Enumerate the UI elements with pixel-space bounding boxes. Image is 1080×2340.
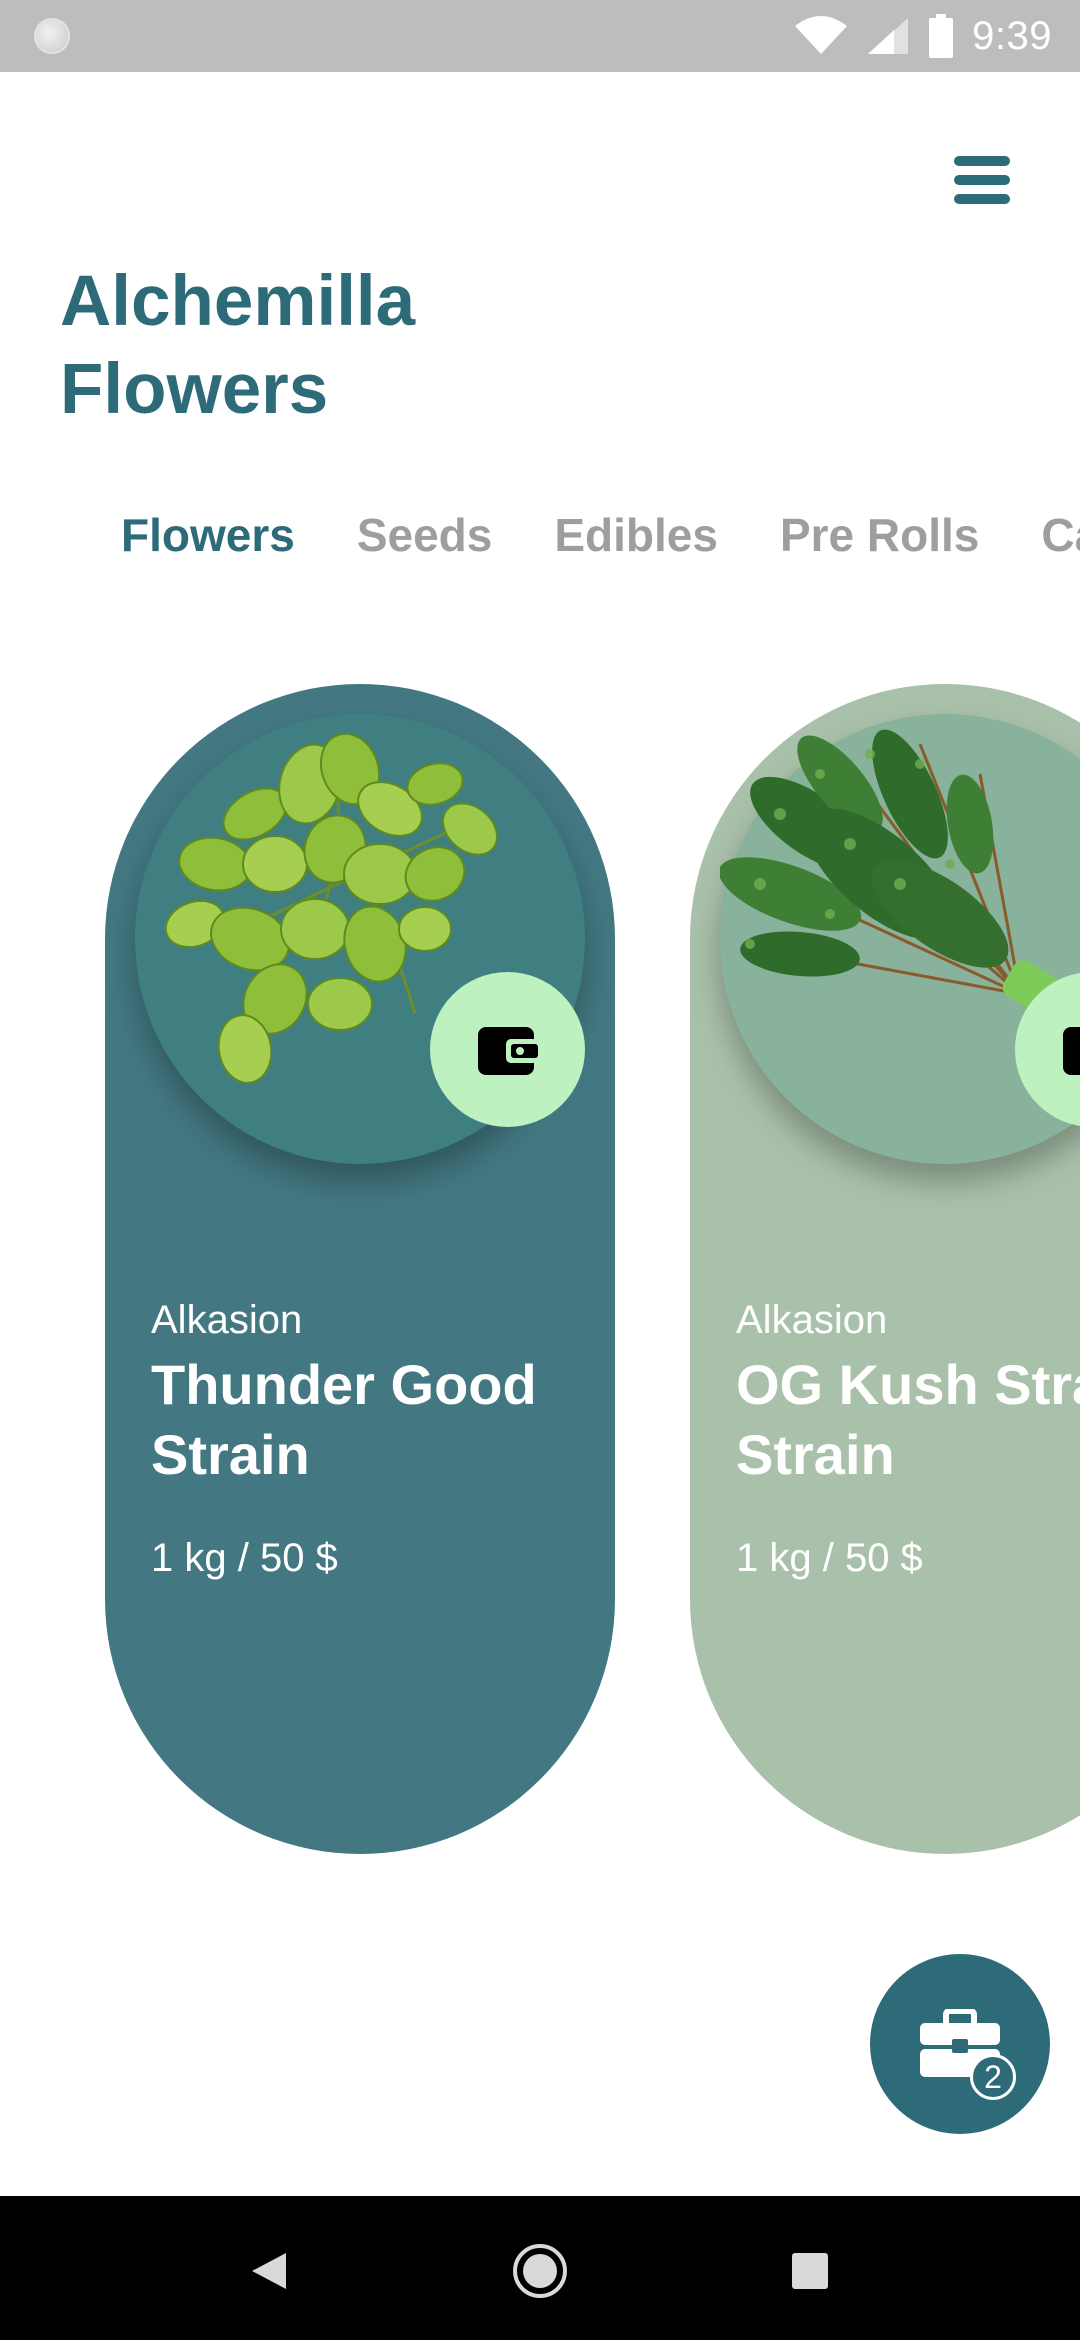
product-price: 1 kg / 50 $ [736,1536,923,1580]
category-tabs: Flowers Seeds Edibles Pre Rolls Ca [121,500,1080,570]
back-icon [252,2253,286,2289]
tab-flowers[interactable]: Flowers [121,508,295,562]
product-price: 1 kg / 50 $ [151,1536,338,1580]
menu-button[interactable] [952,150,1012,210]
tab-pre-rolls[interactable]: Pre Rolls [780,508,979,562]
hamburger-menu-icon [954,156,1010,204]
product-name: Thunder Good Strain [151,1353,537,1486]
cart-count-badge: 2 [970,2054,1016,2100]
status-bar: 9:39 [0,0,1080,72]
page-title: Alchemilla Flowers [60,258,660,434]
wallet-icon [477,1026,538,1075]
product-brand: Alkasion [151,1298,303,1342]
recents-icon [792,2253,828,2289]
recents-button[interactable] [775,2236,845,2306]
thyme-bundle-image [720,729,1068,1018]
home-button[interactable] [505,2236,575,2306]
page-title-line-2: Flowers [60,350,329,429]
battery-icon [929,14,954,58]
cart-button[interactable]: 2 [870,1954,1050,2134]
product-name: OG Kush Strain Strain [736,1353,1080,1486]
product-card[interactable]: Alkasion OG Kush Strain Strain 1 kg / 50… [690,684,1080,1854]
wifi-icon [795,16,848,54]
back-button[interactable] [234,2236,304,2306]
status-icons: 9:39 [794,10,1052,62]
tab-partial[interactable]: Ca [1041,508,1080,562]
wallet-icon [1062,1026,1080,1075]
add-to-cart-button[interactable] [430,972,585,1127]
signal-icon [868,18,909,54]
status-time: 9:39 [972,13,1052,58]
page-title-line-1: Alchemilla [60,262,416,341]
app-screen: 9:39 Alchemilla Flowers Flowers Seeds Ed… [0,0,1080,2340]
notification-dot-icon [34,18,70,54]
navigation-bar [0,2196,1080,2340]
home-icon [513,2244,567,2298]
product-brand: Alkasion [736,1298,888,1342]
product-card[interactable]: Alkasion Thunder Good Strain 1 kg / 50 $ [105,684,615,1854]
tab-seeds[interactable]: Seeds [357,508,493,562]
tab-edibles[interactable]: Edibles [554,508,718,562]
